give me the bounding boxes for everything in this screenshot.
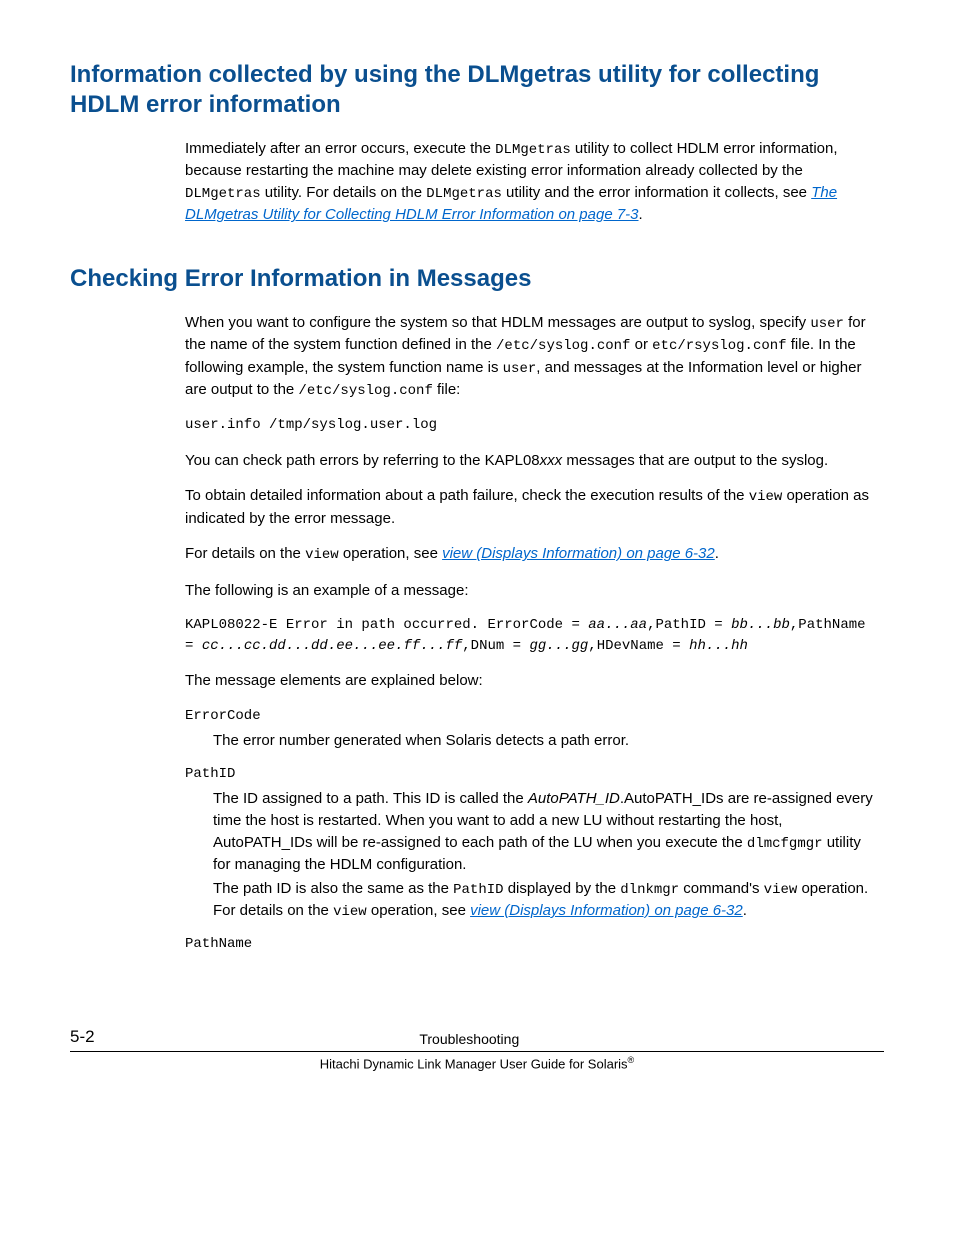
inline-code: DLMgetras [185,186,261,202]
cross-reference-link[interactable]: view (Displays Information) on page 6-32 [442,545,715,562]
text: You can check path errors by referring t… [185,452,540,469]
footer-guide-title: Hitachi Dynamic Link Manager User Guide … [70,1054,884,1074]
text: operation, see [339,545,442,562]
text: ,PathID = [647,617,731,633]
inline-code: PathID [453,882,503,898]
inline-code: view [333,904,367,920]
text: For details on the [185,545,305,562]
text: Immediately after an error occurs, execu… [185,140,495,157]
page-footer: 5-2 Troubleshooting Hitachi Dynamic Link… [70,1025,884,1075]
italic-text: gg...gg [529,638,588,654]
section-heading-1: Information collected by using the DLMge… [70,60,884,120]
text: displayed by the [504,880,621,897]
inline-code: /etc/syslog.conf [298,383,432,399]
section-heading-2: Checking Error Information in Messages [70,264,884,294]
italic-text: hh...hh [689,638,748,654]
registered-symbol: ® [628,1055,635,1065]
text: operation, see [367,902,470,919]
text: KAPL08022-E Error in path occurred. Erro… [185,617,588,633]
inline-code: view [305,547,339,563]
definition-desc: The error number generated when Solaris … [213,730,874,752]
paragraph: To obtain detailed information about a p… [185,485,874,529]
text: When you want to configure the system so… [185,314,810,331]
page-number: 5-2 [70,1025,95,1050]
inline-code: view [764,882,798,898]
text: messages that are output to the syslog. [562,452,828,469]
text: Hitachi Dynamic Link Manager User Guide … [320,1057,628,1072]
text: utility and the error information it col… [502,184,811,201]
paragraph: The following is an example of a message… [185,580,874,602]
code-block: user.info /tmp/syslog.user.log [185,415,874,435]
definition-desc: The ID assigned to a path. This ID is ca… [213,788,874,922]
text: . [715,545,719,562]
text: file: [433,381,461,398]
inline-code: /etc/syslog.conf [496,338,630,354]
inline-code: user [810,316,844,332]
paragraph: When you want to configure the system so… [185,312,874,401]
text: utility. For details on the [261,184,427,201]
text: The ID assigned to a path. This ID is ca… [213,790,528,807]
italic-text: cc...cc.dd...dd.ee...ee.ff...ff [202,638,462,654]
definition-term: PathID [185,764,874,784]
italic-text: AutoPATH_ID [528,790,620,807]
text: ,HDevName = [588,638,689,654]
paragraph: You can check path errors by referring t… [185,450,874,472]
italic-text: xxx [540,452,563,469]
italic-text: aa...aa [588,617,647,633]
code-block: KAPL08022-E Error in path occurred. Erro… [185,615,874,656]
inline-code: DLMgetras [426,186,502,202]
italic-text: bb...bb [731,617,790,633]
inline-code: DLMgetras [495,142,571,158]
text: . [639,206,643,223]
text: To obtain detailed information about a p… [185,487,749,504]
paragraph: For details on the view operation, see v… [185,543,874,565]
footer-chapter: Troubleshooting [95,1029,844,1049]
definition-term: PathName [185,934,874,954]
text: The path ID is also the same as the [213,880,453,897]
text: . [743,902,747,919]
inline-code: view [749,489,783,505]
inline-code: user [503,361,537,377]
definition-term: ErrorCode [185,706,874,726]
inline-code: etc/rsyslog.conf [652,338,786,354]
paragraph: The message elements are explained below… [185,670,874,692]
text: ,DNum = [462,638,529,654]
inline-code: dlmcfgmgr [747,836,823,852]
text: or [630,336,652,353]
cross-reference-link[interactable]: view (Displays Information) on page 6-32 [470,902,743,919]
inline-code: dlnkmgr [620,882,679,898]
text: command's [679,880,764,897]
paragraph: Immediately after an error occurs, execu… [185,138,874,226]
